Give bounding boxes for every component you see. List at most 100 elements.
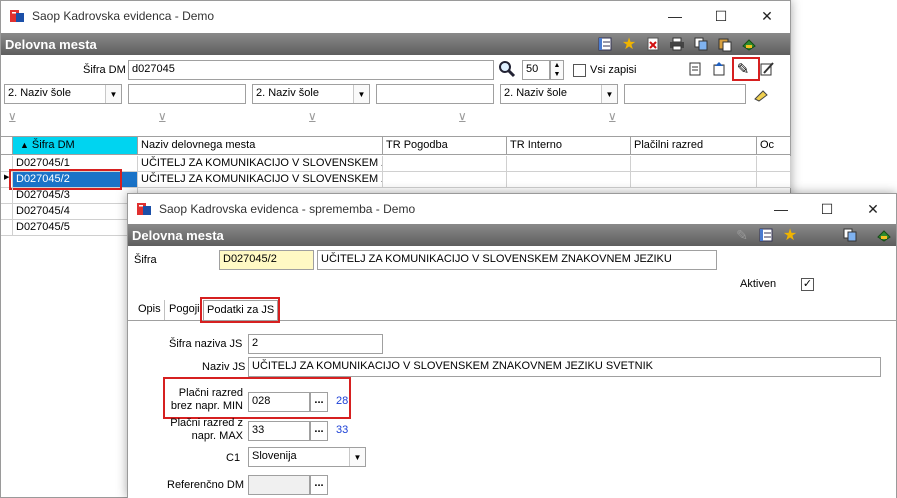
cell-code[interactable]: D027045/4 — [13, 204, 138, 220]
filter-text-3[interactable] — [624, 84, 746, 104]
close-icon[interactable]: ✕ — [850, 194, 896, 224]
filter-text-2[interactable] — [376, 84, 494, 104]
search-icon[interactable] — [498, 60, 518, 80]
cell-placilni[interactable] — [631, 156, 757, 172]
minimize-icon[interactable]: — — [758, 194, 804, 224]
sort-up-icon: ▲ — [20, 140, 29, 150]
chevron-down-icon[interactable]: ▼ — [601, 85, 617, 103]
tab-highlight — [200, 297, 280, 323]
placni-max-link[interactable]: 33 — [336, 424, 348, 436]
count-spinner[interactable]: ▲ ▼ — [550, 60, 564, 80]
column-header-placilni[interactable]: Plačilni razred — [631, 137, 757, 154]
placni-min-highlight — [163, 377, 351, 419]
referencno-dm-lookup-button[interactable]: ... — [310, 475, 328, 495]
dialog-title: Saop Kadrovska evidenca - sprememba - De… — [159, 202, 416, 216]
placni-max-lookup-button[interactable]: ... — [310, 421, 328, 441]
row-indicator — [1, 220, 13, 236]
cell-tr-pogodba[interactable] — [383, 156, 507, 172]
count-input[interactable]: 50 — [522, 60, 550, 80]
placni-max-label-line2: napr. MAX — [191, 430, 243, 442]
filter-icon[interactable]: ⊻ — [608, 111, 617, 125]
column-header-naziv[interactable]: Naziv delovnega mesta — [138, 137, 383, 154]
dialog-toolbar-left: ✎ ★ — [732, 225, 800, 245]
filter-icon[interactable]: ⊻ — [308, 111, 317, 125]
column-header-label: Šifra DM — [31, 139, 75, 151]
paste-icon[interactable] — [715, 34, 735, 54]
vsi-zapisi-checkbox[interactable] — [573, 64, 586, 77]
filter-text-1[interactable] — [128, 84, 246, 104]
chevron-down-icon[interactable]: ▼ — [349, 448, 365, 466]
app-icon — [10, 10, 24, 22]
tab-pogoji[interactable]: Pogoji — [166, 300, 204, 320]
chevron-down-icon[interactable]: ▼ — [105, 85, 121, 103]
app-icon — [137, 203, 151, 215]
naziv-js-input[interactable]: UČITELJ ZA KOMUNIKACIJO V SLOVENSKEM ZNA… — [248, 357, 881, 377]
main-window-title: Saop Kadrovska evidenca - Demo — [32, 9, 215, 23]
c1-select-value: Slovenija — [252, 450, 297, 462]
exit-icon[interactable] — [739, 34, 759, 54]
cell-name[interactable]: UČITELJ ZA KOMUNIKACIJO V SLOVENSKEM ZNA… — [138, 156, 383, 172]
close-icon[interactable]: ✕ — [744, 1, 790, 31]
delete-icon[interactable] — [643, 34, 663, 54]
referencno-dm-input[interactable] — [248, 475, 310, 495]
dialog-window-controls: — ☐ ✕ — [758, 194, 896, 224]
main-toolbar: ★ — [595, 34, 759, 54]
selected-row-highlight — [9, 169, 122, 190]
c1-select[interactable]: Slovenija ▼ — [248, 447, 366, 467]
cell-oc[interactable] — [757, 172, 791, 188]
dialog-section-title: Delovna mesta — [132, 227, 224, 243]
copy-icon[interactable] — [691, 34, 711, 54]
cell-tr-interno[interactable] — [507, 172, 631, 188]
dialog-toolbar-right — [840, 225, 894, 245]
chevron-down-icon[interactable]: ▼ — [353, 85, 369, 103]
main-window-controls: — ☐ ✕ — [652, 1, 790, 31]
copy-icon[interactable] — [840, 225, 860, 245]
cell-code[interactable]: D027045/5 — [13, 220, 138, 236]
filter-combo-3[interactable]: 2. Naziv šole ▼ — [500, 84, 618, 104]
cell-name[interactable]: UČITELJ ZA KOMUNIKACIJO V SLOVENSKEM ZNA… — [138, 172, 383, 188]
table-row[interactable]: D027045/5 — [1, 220, 138, 236]
print-icon[interactable] — [667, 34, 687, 54]
table-row[interactable]: D027045/4 — [1, 204, 138, 220]
filter-combo-1[interactable]: 2. Naziv šole ▼ — [4, 84, 122, 104]
clear-filter-icon[interactable] — [753, 87, 771, 103]
export-icon[interactable] — [595, 34, 615, 54]
grid-indicator-header — [1, 137, 13, 154]
sifra-dm-label: Šifra DM — [83, 64, 126, 76]
sifra-naziva-js-input[interactable]: 2 — [248, 334, 383, 354]
filter-icon[interactable]: ⊻ — [158, 111, 167, 125]
filter-icon[interactable]: ⊻ — [458, 111, 467, 125]
maximize-icon[interactable]: ☐ — [804, 194, 850, 224]
tab-opis[interactable]: Opis — [135, 300, 165, 320]
cell-code[interactable]: D027045/3 — [13, 188, 138, 204]
edit-alt-icon[interactable] — [757, 59, 777, 79]
maximize-icon[interactable]: ☐ — [698, 1, 744, 31]
cell-tr-pogodba[interactable] — [383, 172, 507, 188]
exit-icon[interactable] — [874, 225, 894, 245]
cell-oc[interactable] — [757, 156, 791, 172]
table-row[interactable]: D027045/3 — [1, 188, 138, 204]
aktiven-label: Aktiven — [740, 278, 777, 290]
column-header-tr-pogodba[interactable]: TR Pogodba — [383, 137, 507, 154]
sifra-input[interactable]: D027045/2 — [219, 250, 314, 270]
placni-max-input[interactable]: 33 — [248, 421, 310, 441]
column-header-oc[interactable]: Oc — [757, 137, 791, 154]
naziv-dm-input[interactable]: UČITELJ ZA KOMUNIKACIJO V SLOVENSKEM ZNA… — [317, 250, 717, 270]
export-icon[interactable] — [756, 225, 776, 245]
filter-combo-2[interactable]: 2. Naziv šole ▼ — [252, 84, 370, 104]
cell-placilni[interactable] — [631, 172, 757, 188]
star-icon[interactable]: ★ — [619, 34, 639, 54]
upload-record-icon[interactable] — [709, 59, 729, 79]
sifra-dm-input[interactable]: d027045 — [128, 60, 494, 80]
aktiven-checkbox[interactable]: ✓ — [801, 278, 814, 291]
edit-icon[interactable]: ✎ — [732, 225, 752, 245]
column-header-tr-interno[interactable]: TR Interno — [507, 137, 631, 154]
column-header-sifra[interactable]: ▲ Šifra DM — [13, 137, 138, 154]
new-record-icon[interactable] — [685, 59, 705, 79]
placni-max-label-line1: Plačni razred z — [170, 417, 243, 429]
grid-header: ▲ Šifra DM Naziv delovnega mesta TR Pogod… — [1, 137, 791, 155]
star-icon[interactable]: ★ — [780, 225, 800, 245]
minimize-icon[interactable]: — — [652, 1, 698, 31]
filter-icon[interactable]: ⊻ — [8, 111, 17, 125]
cell-tr-interno[interactable] — [507, 156, 631, 172]
